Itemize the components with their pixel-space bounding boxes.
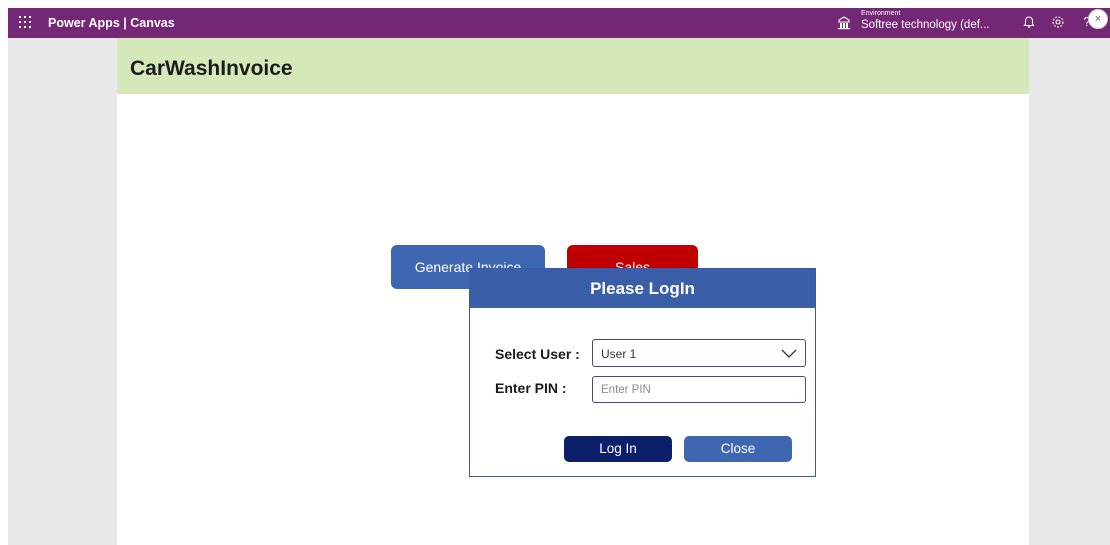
close-button[interactable]: Close: [684, 436, 792, 462]
select-user-value: User 1: [601, 347, 637, 361]
chevron-down-icon: [781, 349, 797, 358]
select-user-dropdown[interactable]: User 1: [592, 339, 806, 367]
settings-gear-icon[interactable]: [1050, 14, 1066, 30]
waffle-icon[interactable]: [18, 15, 32, 29]
login-button[interactable]: Log In: [564, 436, 672, 462]
app-canvas: CarWashInvoice Generate Invoice Sales Pl…: [117, 38, 1029, 545]
notification-bell-icon[interactable]: [1021, 14, 1037, 30]
login-dialog: Please LogIn Select User : User 1 Enter …: [469, 268, 816, 477]
login-dialog-title: Please LogIn: [470, 269, 815, 308]
studio-stage: CarWashInvoice Generate Invoice Sales Pl…: [8, 38, 1110, 545]
environment-icon[interactable]: [837, 16, 851, 30]
enter-pin-label: Enter PIN :: [495, 380, 567, 396]
app-title[interactable]: Power Apps | Canvas: [48, 16, 175, 30]
top-bar: Power Apps | Canvas Environment Softree …: [8, 8, 1110, 38]
app-header-title: CarWashInvoice: [130, 57, 293, 80]
environment-label: Environment: [861, 10, 901, 17]
select-user-label: Select User :: [495, 346, 580, 362]
pin-input[interactable]: [592, 376, 806, 403]
environment-value: Softree technology (def...: [861, 19, 990, 31]
environment-picker[interactable]: Environment Softree technology (def...: [861, 10, 990, 32]
collapse-panel-button[interactable]: ×: [1088, 9, 1108, 29]
app-header: CarWashInvoice: [117, 38, 1029, 94]
